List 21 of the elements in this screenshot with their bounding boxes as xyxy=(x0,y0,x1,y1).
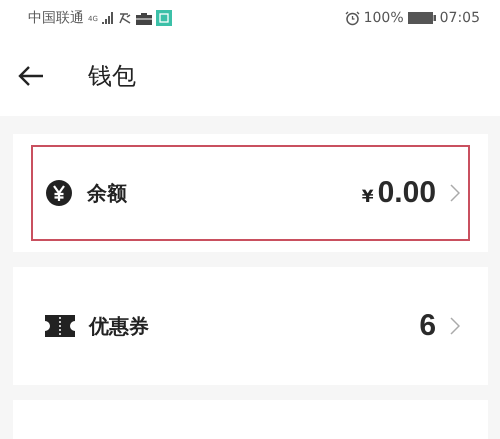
item-label: 余额 xyxy=(87,180,128,206)
clock-time: 07:05 xyxy=(440,10,480,26)
menu-card[interactable]: 优惠券 6 xyxy=(13,267,488,385)
item-label: 优惠券 xyxy=(89,312,150,340)
chevron-icon xyxy=(450,317,460,335)
battery-icon xyxy=(408,12,436,24)
chevron-icon xyxy=(450,184,460,202)
app-icon xyxy=(156,10,172,26)
back-button[interactable] xyxy=(18,66,44,86)
carrier-name: 中国联通 xyxy=(28,9,84,27)
page-title: 钱包 xyxy=(88,61,136,92)
item-value: 6 xyxy=(419,309,436,343)
item-value: 0.00 xyxy=(378,176,436,210)
ticket-icon xyxy=(45,315,75,337)
signal-icon xyxy=(102,12,114,24)
briefcase-icon xyxy=(136,12,152,24)
yen-icon xyxy=(45,179,73,207)
menu-card[interactable]: 余额 ¥0.00 xyxy=(13,134,488,252)
currency-sign: ¥ xyxy=(362,187,374,207)
alarm-icon xyxy=(344,10,360,26)
battery-percent: 100% xyxy=(364,10,404,26)
